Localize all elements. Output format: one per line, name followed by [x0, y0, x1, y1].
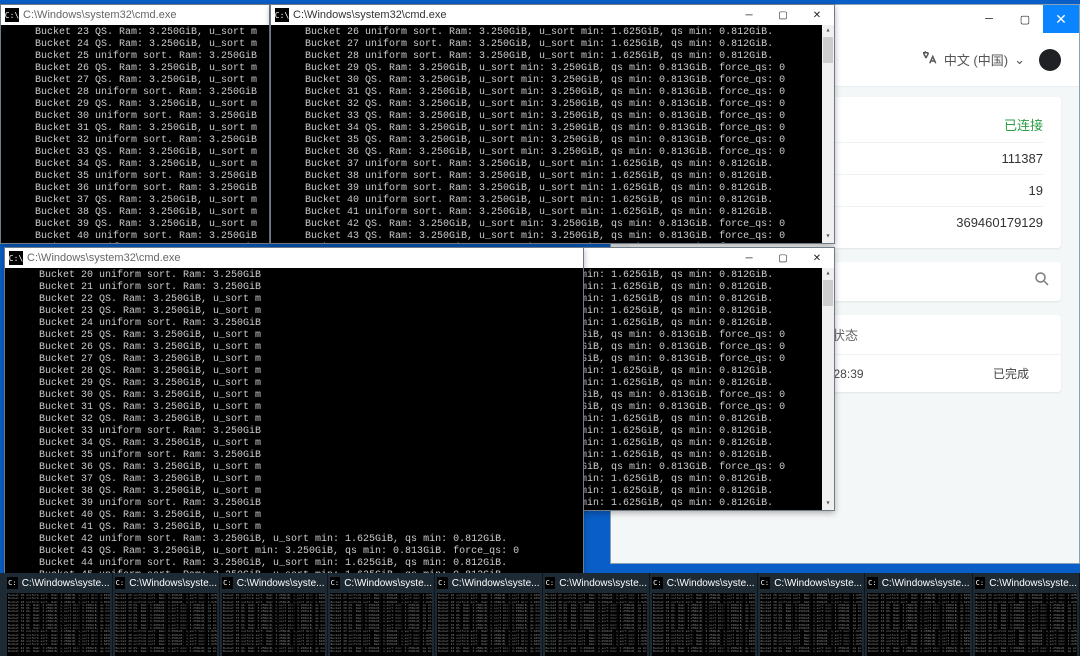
cmd-output[interactable]: Bucket 23 QS. Ram: 3.250GiB, u_sort m Bu…: [1, 25, 269, 243]
cmd-output[interactable]: Bucket 26 uniform sort. Ram: 3.250GiB, u…: [271, 25, 834, 243]
cmd-titlebar[interactable]: C:\ C:\Windows\system32\cmd.exe: [5, 248, 583, 268]
taskbar-item-label: C:C:\Windows\syste...: [652, 575, 755, 591]
taskbar-thumbnail: Bucket 26 uniform sort. Ram: 3.250GiB, u…: [975, 593, 1078, 656]
taskbar-thumbnail: Bucket 26 uniform sort. Ram: 3.250GiB, u…: [7, 593, 110, 656]
chevron-down-icon: ⌄: [1014, 52, 1025, 68]
taskbar-item[interactable]: C:C:\Windows\syste... Bucket 26 uniform s…: [220, 573, 328, 656]
cmd-title-text: C:\Windows\system32\cmd.exe: [293, 9, 732, 21]
scroll-thumb[interactable]: [823, 280, 833, 306]
cmd-titlebar[interactable]: C:\ C:\Windows\system32\cmd.exe ─ ▢ ✕: [271, 5, 834, 25]
taskbar-thumbnail: Bucket 26 uniform sort. Ram: 3.250GiB, u…: [652, 593, 755, 656]
search-icon[interactable]: [1033, 270, 1051, 293]
taskbar-item[interactable]: C:C:\Windows\syste... Bucket 26 uniform s…: [543, 573, 651, 656]
cmd-icon: C:: [652, 577, 663, 589]
taskbar-thumbnail: Bucket 26 uniform sort. Ram: 3.250GiB, u…: [115, 593, 218, 656]
scroll-down[interactable]: ▾: [822, 231, 834, 243]
cmd-icon: C:: [760, 577, 771, 589]
taskbar[interactable]: C:C:\Windows\syste...Bucket 26 uniform s…: [0, 573, 1080, 656]
maximize-button[interactable]: ▢: [766, 248, 800, 268]
minimize-button[interactable]: ─: [971, 5, 1007, 33]
close-button[interactable]: ✕: [1043, 5, 1079, 33]
cmd-icon: C:\: [9, 251, 23, 265]
taskbar-item-label: C:C:\Windows\syste...: [437, 575, 540, 591]
cmd-title-text: C:\Windows\system32\cmd.exe: [23, 9, 269, 21]
cmd-output[interactable]: Bucket 20 uniform sort. Ram: 3.250GiB Bu…: [5, 268, 583, 574]
taskbar-item[interactable]: C:C:\Windows\syste... Bucket 26 uniform s…: [973, 573, 1080, 656]
taskbar-item[interactable]: C:C:\Windows\syste... Bucket 26 uniform s…: [758, 573, 866, 656]
minimize-button[interactable]: ─: [732, 5, 766, 25]
taskbar-item[interactable]: C:C:\Windows\syste... Bucket 26 uniform s…: [5, 573, 113, 656]
maximize-button[interactable]: ▢: [766, 5, 800, 25]
status-connected: 已连接: [1004, 115, 1043, 134]
cmd-icon: C:: [222, 577, 233, 589]
status-value-1: 111387: [1002, 151, 1043, 166]
cmd-title-text: C:\Windows\system32\cmd.exe: [27, 252, 583, 264]
taskbar-thumbnail: Bucket 26 uniform sort. Ram: 3.250GiB, u…: [867, 593, 970, 656]
taskbar-thumbnail: Bucket 26 uniform sort. Ram: 3.250GiB, u…: [545, 593, 648, 656]
cmd-window-3[interactable]: C:\ C:\Windows\system32\cmd.exe Bucket 2…: [4, 247, 584, 575]
cmd-icon: C:: [437, 577, 448, 589]
taskbar-item[interactable]: C:C:\Windows\syste... Bucket 26 uniform s…: [113, 573, 221, 656]
taskbar-item[interactable]: C:C:\Windows\syste... Bucket 26 uniform s…: [328, 573, 436, 656]
close-button[interactable]: ✕: [800, 248, 834, 268]
taskbar-item[interactable]: C:C:\Windows\syste... Bucket 26 uniform s…: [650, 573, 758, 656]
cmd-icon: C:: [545, 577, 556, 589]
taskbar-item-label: C:C:\Windows\syste...: [7, 575, 110, 591]
taskbar-item[interactable]: C:C:\Windows\syste... Bucket 26 uniform s…: [865, 573, 973, 656]
cmd-icon: C:: [867, 577, 878, 589]
taskbar-item-label: C:C:\Windows\syste...: [330, 575, 433, 591]
cmd-icon: C:: [330, 577, 341, 589]
status-value-2: 19: [1029, 183, 1043, 198]
scroll-track[interactable]: [822, 280, 834, 498]
taskbar-item-label: C:C:\Windows\syste...: [115, 575, 218, 591]
language-label: 中文 (中国): [944, 50, 1008, 69]
scrollbar[interactable]: ▴ ▾: [822, 268, 834, 510]
scroll-up[interactable]: ▴: [822, 25, 834, 37]
cmd-titlebar[interactable]: C:\ C:\Windows\system32\cmd.exe: [1, 5, 269, 25]
cmd-icon: C:\: [5, 8, 19, 22]
row-status: 已完成: [993, 365, 1043, 382]
scroll-track[interactable]: [822, 37, 834, 231]
taskbar-thumbnail: Bucket 26 uniform sort. Ram: 3.250GiB, u…: [437, 593, 540, 656]
cmd-window-2[interactable]: C:\ C:\Windows\system32\cmd.exe ─ ▢ ✕ Bu…: [270, 4, 835, 244]
taskbar-item-label: C:C:\Windows\syste...: [975, 575, 1078, 591]
minimize-button[interactable]: ─: [732, 248, 766, 268]
taskbar-item-label: C:C:\Windows\syste...: [867, 575, 970, 591]
taskbar-item[interactable]: C:C:\Windows\syste... Bucket 26 uniform s…: [435, 573, 543, 656]
maximize-button[interactable]: ▢: [1007, 5, 1043, 33]
status-value-3: 369460179129: [956, 215, 1043, 230]
cmd-icon: C:: [975, 577, 986, 589]
taskbar-item-label: C:C:\Windows\syste...: [222, 575, 325, 591]
cmd-icon: C:: [115, 577, 126, 589]
theme-toggle-icon[interactable]: [1039, 49, 1061, 71]
close-button[interactable]: ✕: [800, 5, 834, 25]
taskbar-thumbnail: Bucket 26 uniform sort. Ram: 3.250GiB, u…: [330, 593, 433, 656]
cmd-window-1[interactable]: C:\ C:\Windows\system32\cmd.exe Bucket 2…: [0, 4, 270, 244]
taskbar-item-label: C:C:\Windows\syste...: [545, 575, 648, 591]
scroll-thumb[interactable]: [823, 37, 833, 63]
translate-icon: [920, 49, 938, 70]
scroll-down[interactable]: ▾: [822, 498, 834, 510]
taskbar-thumbnail: Bucket 26 uniform sort. Ram: 3.250GiB, u…: [760, 593, 863, 656]
taskbar-item-label: C:C:\Windows\syste...: [760, 575, 863, 591]
scroll-up[interactable]: ▴: [822, 268, 834, 280]
cmd-icon: C:\: [275, 8, 289, 22]
language-selector[interactable]: 中文 (中国) ⌄: [920, 49, 1025, 70]
taskbar-thumbnail: Bucket 26 uniform sort. Ram: 3.250GiB, u…: [222, 593, 325, 656]
cmd-icon: C:: [7, 577, 18, 589]
scrollbar[interactable]: ▴ ▾: [822, 25, 834, 243]
